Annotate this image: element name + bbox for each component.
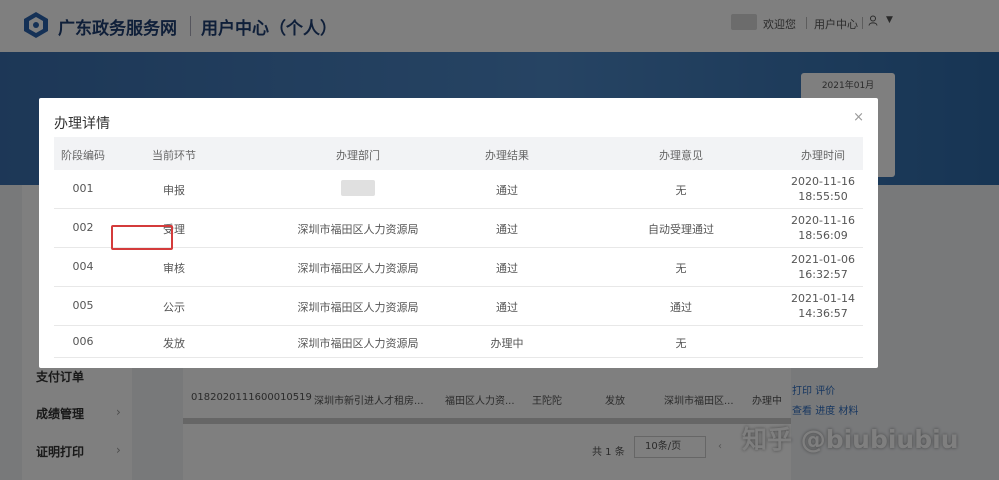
opinion: 无: [675, 184, 687, 197]
stage-code: 004: [72, 260, 94, 273]
col-department: 办理部门: [336, 149, 380, 162]
handling-time: 2021-01-06 16:32:57: [791, 253, 855, 281]
close-icon[interactable]: ×: [853, 110, 864, 125]
opinion: 自动受理通过: [648, 223, 714, 236]
department: 深圳市福田区人力资源局: [297, 301, 419, 314]
result: 通过: [496, 223, 518, 236]
department-redacted: [268, 180, 448, 199]
highlight-box: [111, 225, 173, 250]
col-time: 办理时间: [801, 149, 845, 162]
col-current-stage: 当前环节: [152, 149, 196, 162]
department: 深圳市福田区人力资源局: [297, 337, 419, 350]
department: 深圳市福田区人力资源局: [297, 262, 419, 275]
table-row: 006 发放 深圳市福田区人力资源局 办理中 无: [54, 326, 863, 358]
col-stage-code: 阶段编码: [61, 149, 105, 162]
opinion: 无: [675, 262, 687, 275]
table-row: 005 公示 深圳市福田区人力资源局 通过 通过 2021-01-14 14:36…: [54, 287, 863, 326]
table-row: 002 受理 深圳市福田区人力资源局 通过 自动受理通过 2020-11-16 1…: [54, 209, 863, 248]
opinion: 无: [675, 337, 687, 350]
stage-code: 005: [72, 299, 94, 312]
opinion: 通过: [670, 301, 692, 314]
col-result: 办理结果: [485, 149, 529, 162]
department: 深圳市福田区人力资源局: [297, 223, 419, 236]
stage-code: 002: [72, 221, 94, 234]
result: 通过: [496, 301, 518, 314]
stage-code: 006: [72, 335, 94, 348]
handling-time: 2020-11-16 18:55:50: [791, 175, 855, 203]
result: 通过: [496, 184, 518, 197]
modal-title: 办理详情: [54, 116, 110, 132]
table-header: 阶段编码 当前环节 办理部门 办理结果 办理意见 办理时间: [54, 137, 863, 170]
handling-time: 2020-11-16 18:56:09: [791, 214, 855, 242]
result: 通过: [496, 262, 518, 275]
handling-time: 2021-01-14 14:36:57: [791, 292, 855, 320]
stage-name: 审核: [163, 262, 185, 275]
stage-name: 发放: [163, 337, 185, 350]
col-opinion: 办理意见: [659, 149, 703, 162]
stage-name: 申报: [163, 184, 185, 197]
details-table: 阶段编码 当前环节 办理部门 办理结果 办理意见 办理时间 001 申报 通过 …: [54, 137, 863, 358]
table-row: 001 申报 通过 无 2020-11-16 18:55:50: [54, 170, 863, 209]
result: 办理中: [490, 337, 524, 350]
table-row: 004 审核 深圳市福田区人力资源局 通过 无 2021-01-06 16:32:…: [54, 248, 863, 287]
stage-name: 公示: [163, 301, 185, 314]
stage-code: 001: [72, 182, 94, 195]
